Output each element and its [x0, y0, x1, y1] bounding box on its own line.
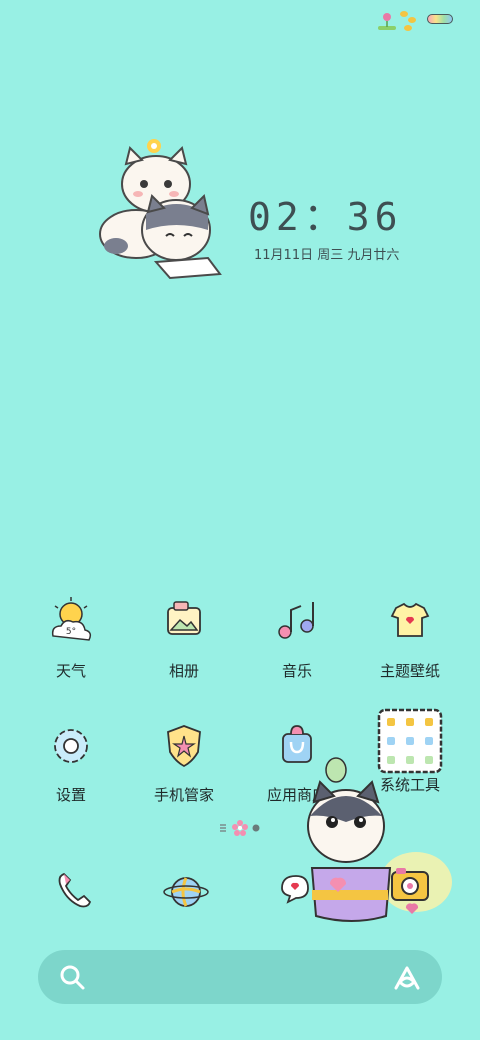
weather-icon: 5° [51, 597, 92, 641]
gallery-icon [167, 601, 201, 635]
rainbow-battery-icon [427, 14, 453, 24]
page-indicator[interactable] [216, 818, 266, 838]
app-phone-manager[interactable]: 手机管家 [129, 718, 239, 805]
music-icon [278, 602, 314, 639]
cat-box-sticker [307, 757, 452, 922]
app-label: 音乐 [281, 662, 312, 680]
bees-flower-icon [378, 11, 416, 31]
app-label: 设置 [55, 786, 86, 804]
phone-icon[interactable] [46, 862, 102, 918]
phone-manager-icon [167, 725, 201, 768]
search-bar[interactable] [38, 950, 442, 1004]
status-bar [0, 0, 480, 36]
search-icon[interactable] [58, 963, 86, 991]
weather-temp: 5° [66, 627, 76, 637]
app-music[interactable]: 音乐 [242, 594, 352, 681]
app-gallery[interactable]: 相册 [129, 594, 239, 681]
clock-time: 02：36 [248, 195, 403, 239]
app-label: 相册 [168, 662, 199, 680]
assistant-icon[interactable] [392, 962, 422, 992]
clock-date: 11月11日 周三 九月廿六 [254, 248, 400, 263]
app-label: 手机管家 [153, 786, 214, 804]
app-label: 天气 [55, 662, 86, 680]
settings-icon [54, 729, 88, 763]
browser-icon[interactable] [158, 862, 214, 918]
app-weather[interactable]: 5° 天气 [16, 594, 126, 681]
theme-wallpaper-icon [390, 602, 430, 637]
app-settings[interactable]: 设置 [16, 718, 126, 805]
app-theme-wallpaper[interactable]: 主题壁纸 [355, 594, 465, 681]
app-label: 主题壁纸 [379, 662, 440, 680]
two-cats-sticker[interactable] [96, 134, 232, 284]
